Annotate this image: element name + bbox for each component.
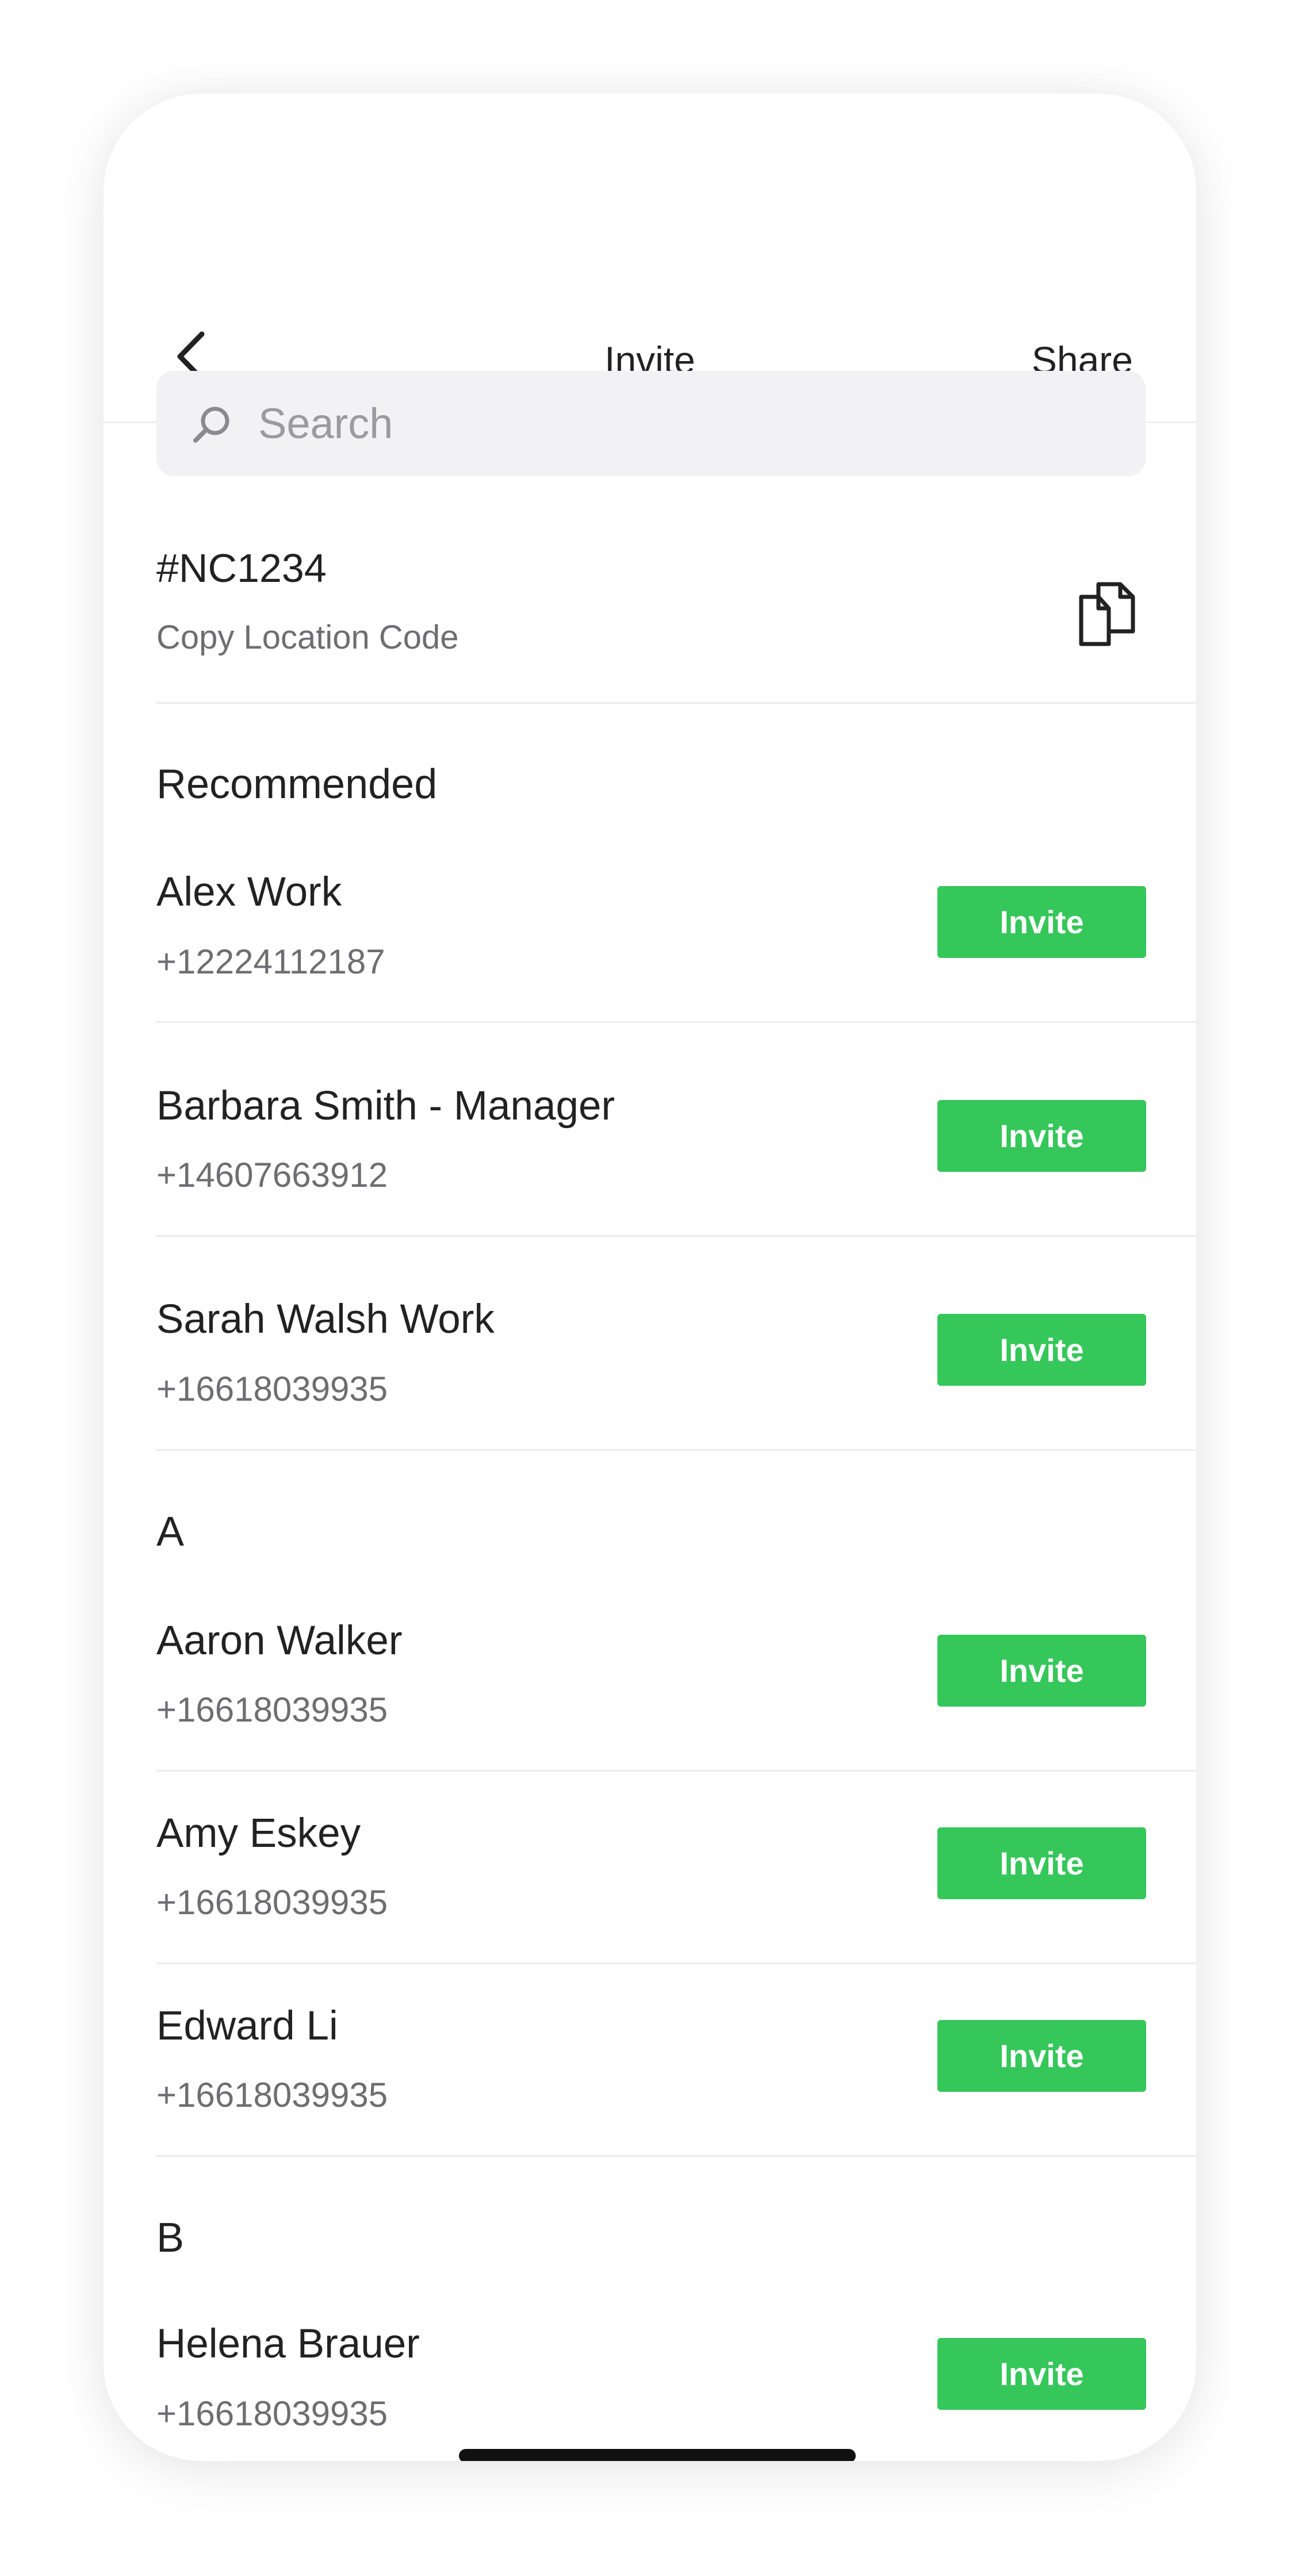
contact-phone: +16618039935 [156, 1370, 388, 1408]
divider [156, 2155, 1196, 2157]
invite-button[interactable]: Invite [937, 2020, 1146, 2092]
copy-button[interactable] [1075, 580, 1139, 649]
contact-name: Aaron Walker [156, 1618, 403, 1663]
divider [156, 1770, 1196, 1772]
contact-name: Barbara Smith - Manager [156, 1083, 615, 1129]
divider [156, 1235, 1196, 1237]
contact-name: Edward Li [156, 2003, 338, 2049]
contact-name: Helena Brauer [156, 2321, 420, 2367]
section-header-recommended: Recommended [156, 761, 438, 807]
home-indicator [459, 2449, 856, 2461]
invite-button[interactable]: Invite [937, 1635, 1146, 1707]
invite-button[interactable]: Invite [937, 1314, 1146, 1386]
copy-icon [1079, 582, 1135, 646]
contact-phone: +16618039935 [156, 1883, 388, 1922]
invite-button[interactable]: Invite [937, 2338, 1146, 2410]
invite-button[interactable]: Invite [937, 886, 1146, 958]
contact-name: Alex Work [156, 869, 342, 915]
divider [156, 1021, 1196, 1023]
contact-phone: +12224112187 [156, 942, 385, 981]
divider [156, 1962, 1196, 1964]
invite-button[interactable]: Invite [937, 1100, 1146, 1172]
contact-phone: +16618039935 [156, 2076, 388, 2114]
search-bar[interactable] [156, 371, 1146, 476]
invite-button[interactable]: Invite [937, 1827, 1146, 1899]
section-header-b: B [156, 2215, 185, 2261]
location-code: #NC1234 [156, 546, 327, 591]
phone-screen: Invite Share #NC1234 Copy Location Code … [104, 94, 1196, 2461]
divider [156, 1449, 1196, 1451]
contact-name: Sarah Walsh Work [156, 1297, 495, 1342]
contact-phone: +14607663912 [156, 1156, 388, 1194]
search-input[interactable] [257, 394, 1122, 453]
search-icon [193, 407, 229, 443]
section-header-a: A [156, 1509, 185, 1555]
copy-location-code-label[interactable]: Copy Location Code [156, 618, 459, 657]
contact-phone: +16618039935 [156, 2394, 388, 2433]
contact-phone: +16618039935 [156, 1690, 388, 1729]
contact-name: Amy Eskey [156, 1811, 361, 1856]
divider [156, 702, 1196, 704]
